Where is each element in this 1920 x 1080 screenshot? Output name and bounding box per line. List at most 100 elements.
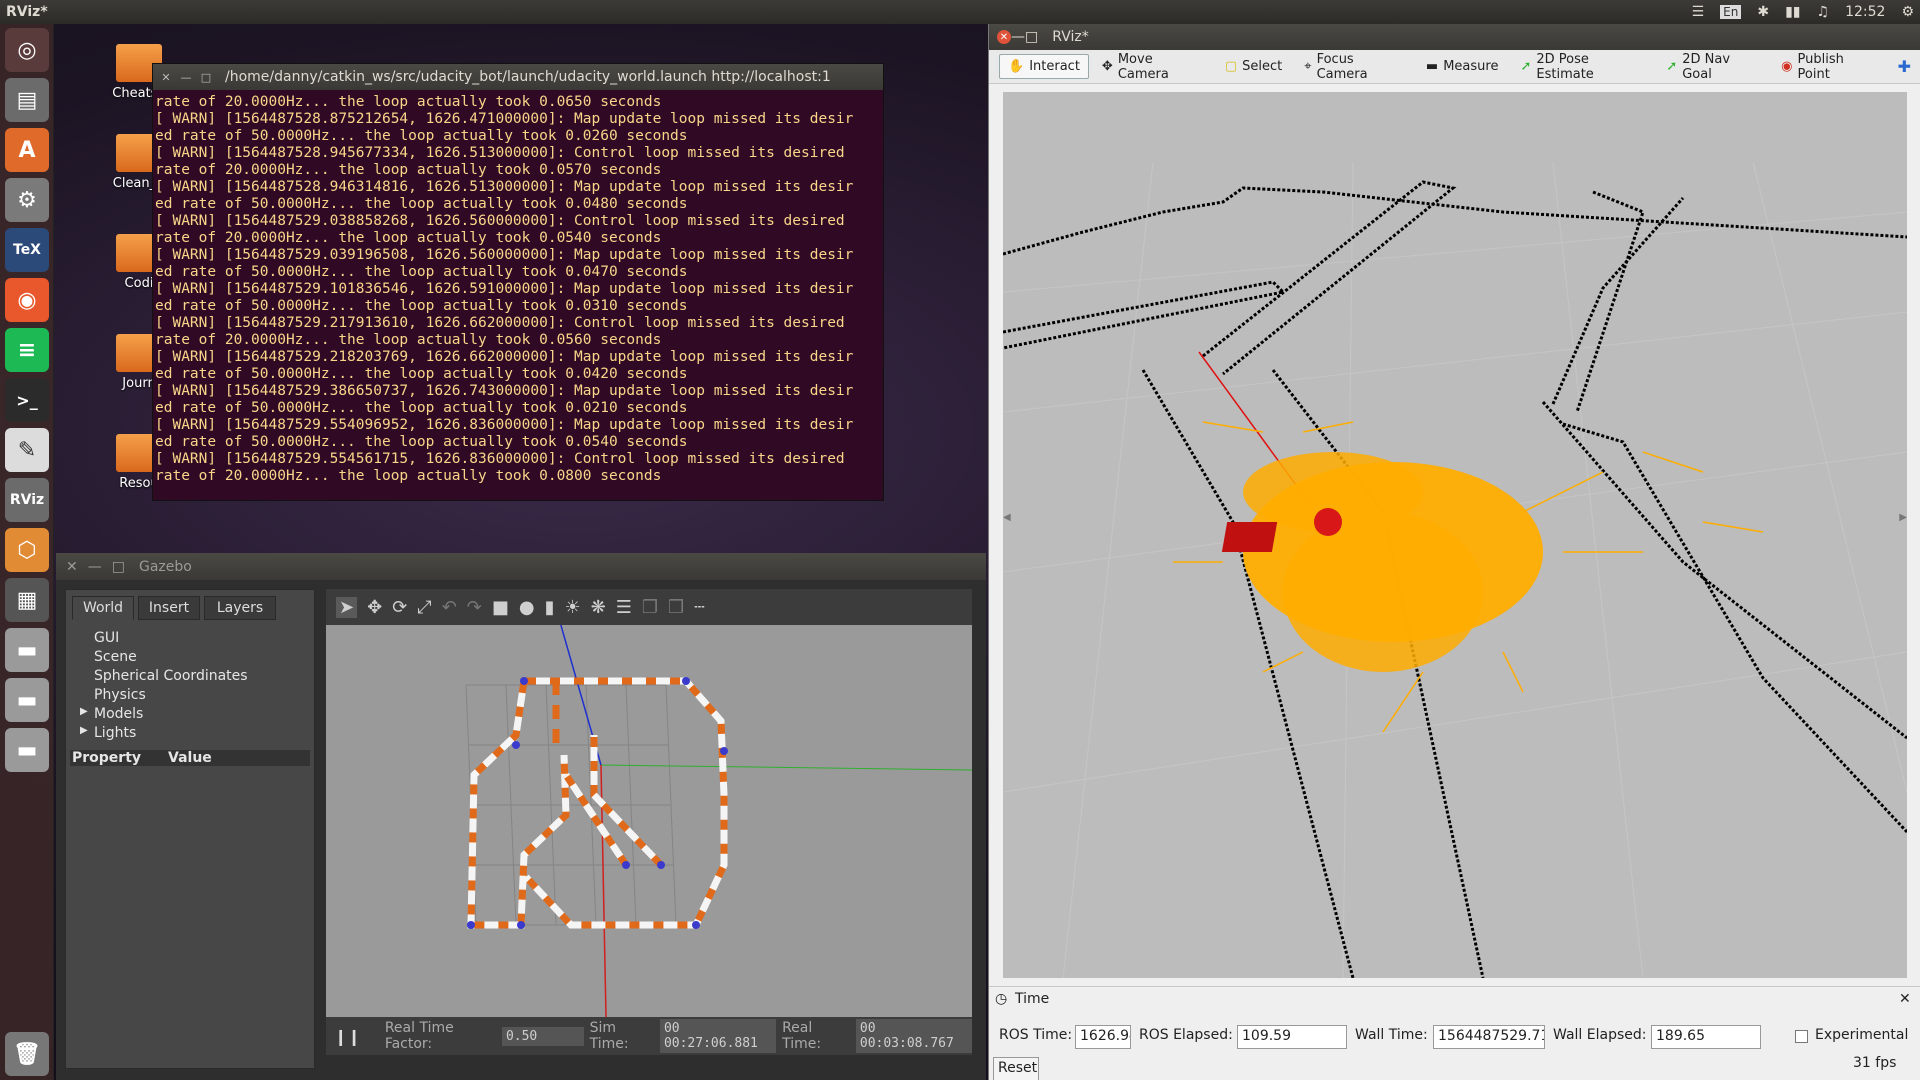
- tab-world[interactable]: World: [72, 596, 134, 620]
- box-shape-icon[interactable]: ■: [492, 597, 509, 618]
- rviz-window[interactable]: ✕ — □ RViz* ✋ Interact ✥ Move Camera ▢ Sele…: [988, 24, 1920, 1080]
- time-panel-title: Time: [1015, 991, 1050, 1007]
- gazebo-title: Gazebo: [138, 558, 192, 575]
- terminal-line: ed rate of 50.0000Hz... the loop actuall…: [155, 128, 688, 144]
- rtf-value: 0.50: [501, 1026, 584, 1046]
- reset-button[interactable]: Reset: [993, 1057, 1039, 1080]
- tab-insert[interactable]: Insert: [138, 596, 200, 620]
- tool-measure[interactable]: ▬ Measure: [1417, 54, 1508, 79]
- add-tool-button[interactable]: ✚: [1889, 52, 1920, 81]
- chevron-right-icon[interactable]: ▶: [80, 725, 88, 736]
- close-icon[interactable]: ✕: [997, 30, 1011, 44]
- clock[interactable]: 12:52: [1845, 4, 1885, 20]
- workspace-icon[interactable]: ▦: [5, 578, 49, 622]
- terminal-icon[interactable]: >_: [5, 378, 49, 422]
- spotify-icon[interactable]: ≡: [5, 328, 49, 372]
- wifi-icon[interactable]: ☰: [1692, 4, 1705, 20]
- files-icon[interactable]: ▤: [5, 78, 49, 122]
- bluetooth-icon[interactable]: ✱: [1757, 4, 1769, 20]
- align-icon[interactable]: ┄: [694, 597, 705, 618]
- minimize-icon[interactable]: —: [179, 71, 193, 84]
- close-icon[interactable]: ✕: [159, 71, 173, 84]
- drive-icon[interactable]: ▬: [5, 628, 49, 672]
- directional-light-icon[interactable]: ☰: [616, 597, 632, 618]
- maximize-icon[interactable]: □: [1025, 29, 1038, 45]
- tool-select[interactable]: ▢ Select: [1216, 54, 1291, 79]
- terminal-output[interactable]: rate of 20.0000Hz... the loop actually t…: [153, 90, 883, 485]
- tool-move-camera[interactable]: ✥ Move Camera: [1093, 47, 1212, 87]
- paste-icon[interactable]: ❒: [668, 597, 684, 618]
- collapse-right-icon[interactable]: ▶: [1899, 512, 1907, 523]
- dash-icon[interactable]: ◎: [5, 28, 49, 72]
- wall-time-field[interactable]: 1564487529.71: [1433, 1025, 1545, 1049]
- redo-icon[interactable]: ↷: [467, 597, 482, 618]
- ros-elapsed-field[interactable]: 109.59: [1237, 1025, 1347, 1049]
- copy-icon[interactable]: ❐: [642, 597, 658, 618]
- battery-icon[interactable]: ▮▮: [1785, 4, 1800, 20]
- tree-item-spherical-coordinates[interactable]: Spherical Coordinates: [94, 668, 248, 684]
- gear-icon[interactable]: ⚙: [1901, 4, 1914, 20]
- terminal-titlebar[interactable]: ✕ — □ /home/danny/catkin_ws/src/udacity_…: [153, 64, 883, 90]
- gazebo-scene[interactable]: [326, 625, 972, 1017]
- tool-publish-point[interactable]: ◉ Publish Point: [1772, 47, 1884, 87]
- minimize-icon[interactable]: —: [88, 559, 102, 575]
- gazebo-icon[interactable]: ⬡: [5, 528, 49, 572]
- terminal-line: [ WARN] [1564487528.945677334, 1626.5130…: [155, 145, 845, 161]
- experimental-checkbox[interactable]: [1795, 1030, 1808, 1043]
- tab-layers[interactable]: Layers: [204, 596, 276, 620]
- drive-icon[interactable]: ▬: [5, 728, 49, 772]
- time-panel: ◷ Time ✕ ROS Time: 1626.94 ROS Elapsed: …: [989, 986, 1920, 1080]
- terminal-line: rate of 20.0000Hz... the loop actually t…: [155, 230, 662, 246]
- rviz-title: RViz*: [1052, 29, 1089, 45]
- tree-item-scene[interactable]: Scene: [94, 649, 137, 665]
- tool-focus-camera[interactable]: ⌖ Focus Camera: [1295, 47, 1413, 87]
- tree-item-physics[interactable]: Physics: [94, 687, 146, 703]
- close-icon[interactable]: ✕: [66, 559, 78, 575]
- rviz-icon[interactable]: RViz: [5, 478, 49, 522]
- rotate-icon[interactable]: ⟳: [392, 597, 407, 618]
- terminal-line: rate of 20.0000Hz... the loop actually t…: [155, 94, 662, 110]
- cylinder-shape-icon[interactable]: ▮: [545, 597, 555, 618]
- select-arrow-icon[interactable]: ➤: [336, 596, 358, 618]
- experimental-label: Experimental: [1815, 1027, 1909, 1043]
- close-icon[interactable]: ✕: [1899, 991, 1911, 1007]
- firefox-icon[interactable]: ◉: [5, 278, 49, 322]
- rviz-3d-view[interactable]: ◀ ▶: [1003, 92, 1907, 978]
- tool-interact[interactable]: ✋ Interact: [999, 54, 1089, 79]
- spot-light-icon[interactable]: ❋: [591, 597, 606, 618]
- gazebo-3d-view[interactable]: ➤ ✥ ⟳ ⤢ ↶ ↷ ■ ● ▮ ☀ ❋ ☰ ❐ ❒ ┄ ❙❙ Real Ti…: [326, 589, 972, 1055]
- terminal-window[interactable]: ✕ — □ /home/danny/catkin_ws/src/udacity_…: [152, 63, 884, 501]
- gazebo-titlebar[interactable]: ✕ — □ Gazebo: [56, 553, 986, 580]
- tree-item-models[interactable]: ▶ Models: [80, 706, 143, 722]
- value-column-header: Value: [168, 750, 212, 766]
- terminal-line: [ WARN] [1564487529.554096952, 1626.8360…: [155, 417, 854, 433]
- pause-icon[interactable]: ❙❙: [334, 1027, 361, 1046]
- gazebo-window[interactable]: ✕ — □ Gazebo World Insert Layers GUI Sce…: [56, 553, 986, 1080]
- sphere-shape-icon[interactable]: ●: [519, 597, 535, 618]
- property-header: Property Value: [70, 750, 310, 766]
- tool-2d-nav-goal[interactable]: ➚ 2D Nav Goal: [1657, 47, 1768, 87]
- text-editor-icon[interactable]: ✎: [5, 428, 49, 472]
- point-light-icon[interactable]: ☀: [565, 597, 581, 618]
- tool-2d-pose-estimate[interactable]: ➚ 2D Pose Estimate: [1511, 47, 1653, 87]
- trash-icon[interactable]: 🗑: [5, 1032, 49, 1076]
- maximize-icon[interactable]: □: [112, 559, 125, 575]
- rviz-map[interactable]: [1003, 92, 1907, 978]
- minimize-icon[interactable]: —: [1011, 29, 1025, 45]
- volume-icon[interactable]: ♫: [1817, 4, 1830, 20]
- keyboard-indicator[interactable]: En: [1720, 5, 1742, 19]
- drive-icon[interactable]: ▬: [5, 678, 49, 722]
- ros-time-field[interactable]: 1626.94: [1075, 1025, 1131, 1049]
- collapse-left-icon[interactable]: ◀: [1003, 512, 1011, 523]
- maximize-icon[interactable]: □: [199, 71, 213, 84]
- settings-icon[interactable]: ⚙: [5, 178, 49, 222]
- translate-icon[interactable]: ✥: [367, 597, 382, 618]
- tree-item-lights[interactable]: ▶ Lights: [80, 725, 136, 741]
- tree-item-gui[interactable]: GUI: [94, 630, 119, 646]
- texmaker-icon[interactable]: TeX: [5, 228, 49, 272]
- chevron-right-icon[interactable]: ▶: [80, 706, 88, 717]
- software-center-icon[interactable]: A: [5, 128, 49, 172]
- wall-elapsed-field[interactable]: 189.65: [1651, 1025, 1761, 1049]
- undo-icon[interactable]: ↶: [442, 597, 457, 618]
- scale-icon[interactable]: ⤢: [417, 597, 431, 618]
